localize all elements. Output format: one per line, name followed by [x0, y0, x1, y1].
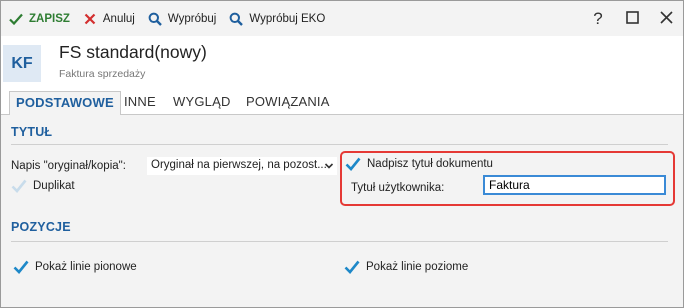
try-label: Wypróbuj — [167, 12, 217, 25]
close-icon — [659, 9, 673, 29]
cancel-button[interactable]: Anuluj — [76, 7, 141, 31]
window-controls: ? — [581, 1, 683, 36]
maximize-icon — [625, 9, 639, 29]
close-x-icon — [82, 11, 98, 27]
magnifier-icon — [228, 11, 244, 27]
override-title-label: Nadpisz tytuł dokumentu — [367, 158, 493, 170]
chevron-down-icon — [324, 161, 334, 171]
user-title-label: Tytuł użytkownika: — [351, 182, 445, 194]
section-divider — [11, 241, 668, 242]
checkmark-icon — [8, 11, 24, 27]
dialog-window: ZAPISZ Anuluj Wypróbuj Wypróbuj EKO ? KF… — [0, 0, 684, 308]
try-button[interactable]: Wypróbuj — [141, 7, 222, 31]
tab-other[interactable]: INNE — [124, 91, 156, 115]
horizontal-lines-label: Pokaż linie poziome — [366, 261, 469, 273]
magnifier-icon — [147, 11, 163, 27]
duplicate-label: Duplikat — [33, 180, 75, 192]
page-title: FS standard(nowy) — [59, 42, 207, 62]
help-button[interactable]: ? — [581, 1, 615, 36]
document-header: KF FS standard(nowy) Faktura sprzedaży — [1, 36, 683, 91]
checkmark-icon — [345, 156, 361, 172]
section-divider — [11, 144, 668, 145]
try-eko-label: Wypróbuj EKO — [249, 12, 326, 25]
checkmark-icon — [344, 259, 360, 275]
vertical-lines-label: Pokaż linie pionowe — [35, 261, 137, 273]
help-icon: ? — [593, 8, 603, 28]
document-type-badge: KF — [3, 45, 41, 82]
page-subtitle: Faktura sprzedaży — [59, 68, 146, 80]
tab-basic[interactable]: PODSTAWOWE — [9, 91, 121, 116]
maximize-button[interactable] — [615, 1, 649, 36]
close-button[interactable] — [649, 1, 683, 36]
save-label: ZAPISZ — [29, 12, 70, 25]
copy-select-value: Oryginał na pierwszej, na pozost... — [151, 159, 327, 171]
checkmark-icon — [13, 259, 29, 275]
duplicate-checkbox[interactable]: Duplikat — [11, 178, 75, 194]
horizontal-lines-checkbox[interactable]: Pokaż linie poziome — [344, 259, 468, 275]
tab-relations[interactable]: POWIĄZANIA — [246, 91, 330, 115]
toolbar: ZAPISZ Anuluj Wypróbuj Wypróbuj EKO ? — [1, 1, 683, 36]
cancel-label: Anuluj — [102, 12, 135, 25]
try-eko-button[interactable]: Wypróbuj EKO — [222, 7, 331, 31]
checkmark-faded-icon — [11, 178, 27, 194]
save-button[interactable]: ZAPISZ — [1, 7, 76, 31]
section-title-title: TYTUŁ — [11, 125, 53, 139]
section-title-positions: POZYCJE — [11, 220, 71, 234]
copy-label: Napis "oryginał/kopia": — [11, 160, 126, 172]
copy-select[interactable]: Oryginał na pierwszej, na pozost... — [146, 156, 338, 176]
vertical-lines-checkbox[interactable]: Pokaż linie pionowe — [13, 259, 137, 275]
user-title-input[interactable] — [483, 175, 666, 195]
tab-bar: PODSTAWOWE INNE WYGLĄD POWIĄZANIA — [1, 91, 683, 116]
tab-appearance[interactable]: WYGLĄD — [173, 91, 231, 115]
form-content: TYTUŁ Napis "oryginał/kopia": Oryginał n… — [1, 115, 683, 307]
override-title-checkbox[interactable]: Nadpisz tytuł dokumentu — [345, 156, 493, 172]
